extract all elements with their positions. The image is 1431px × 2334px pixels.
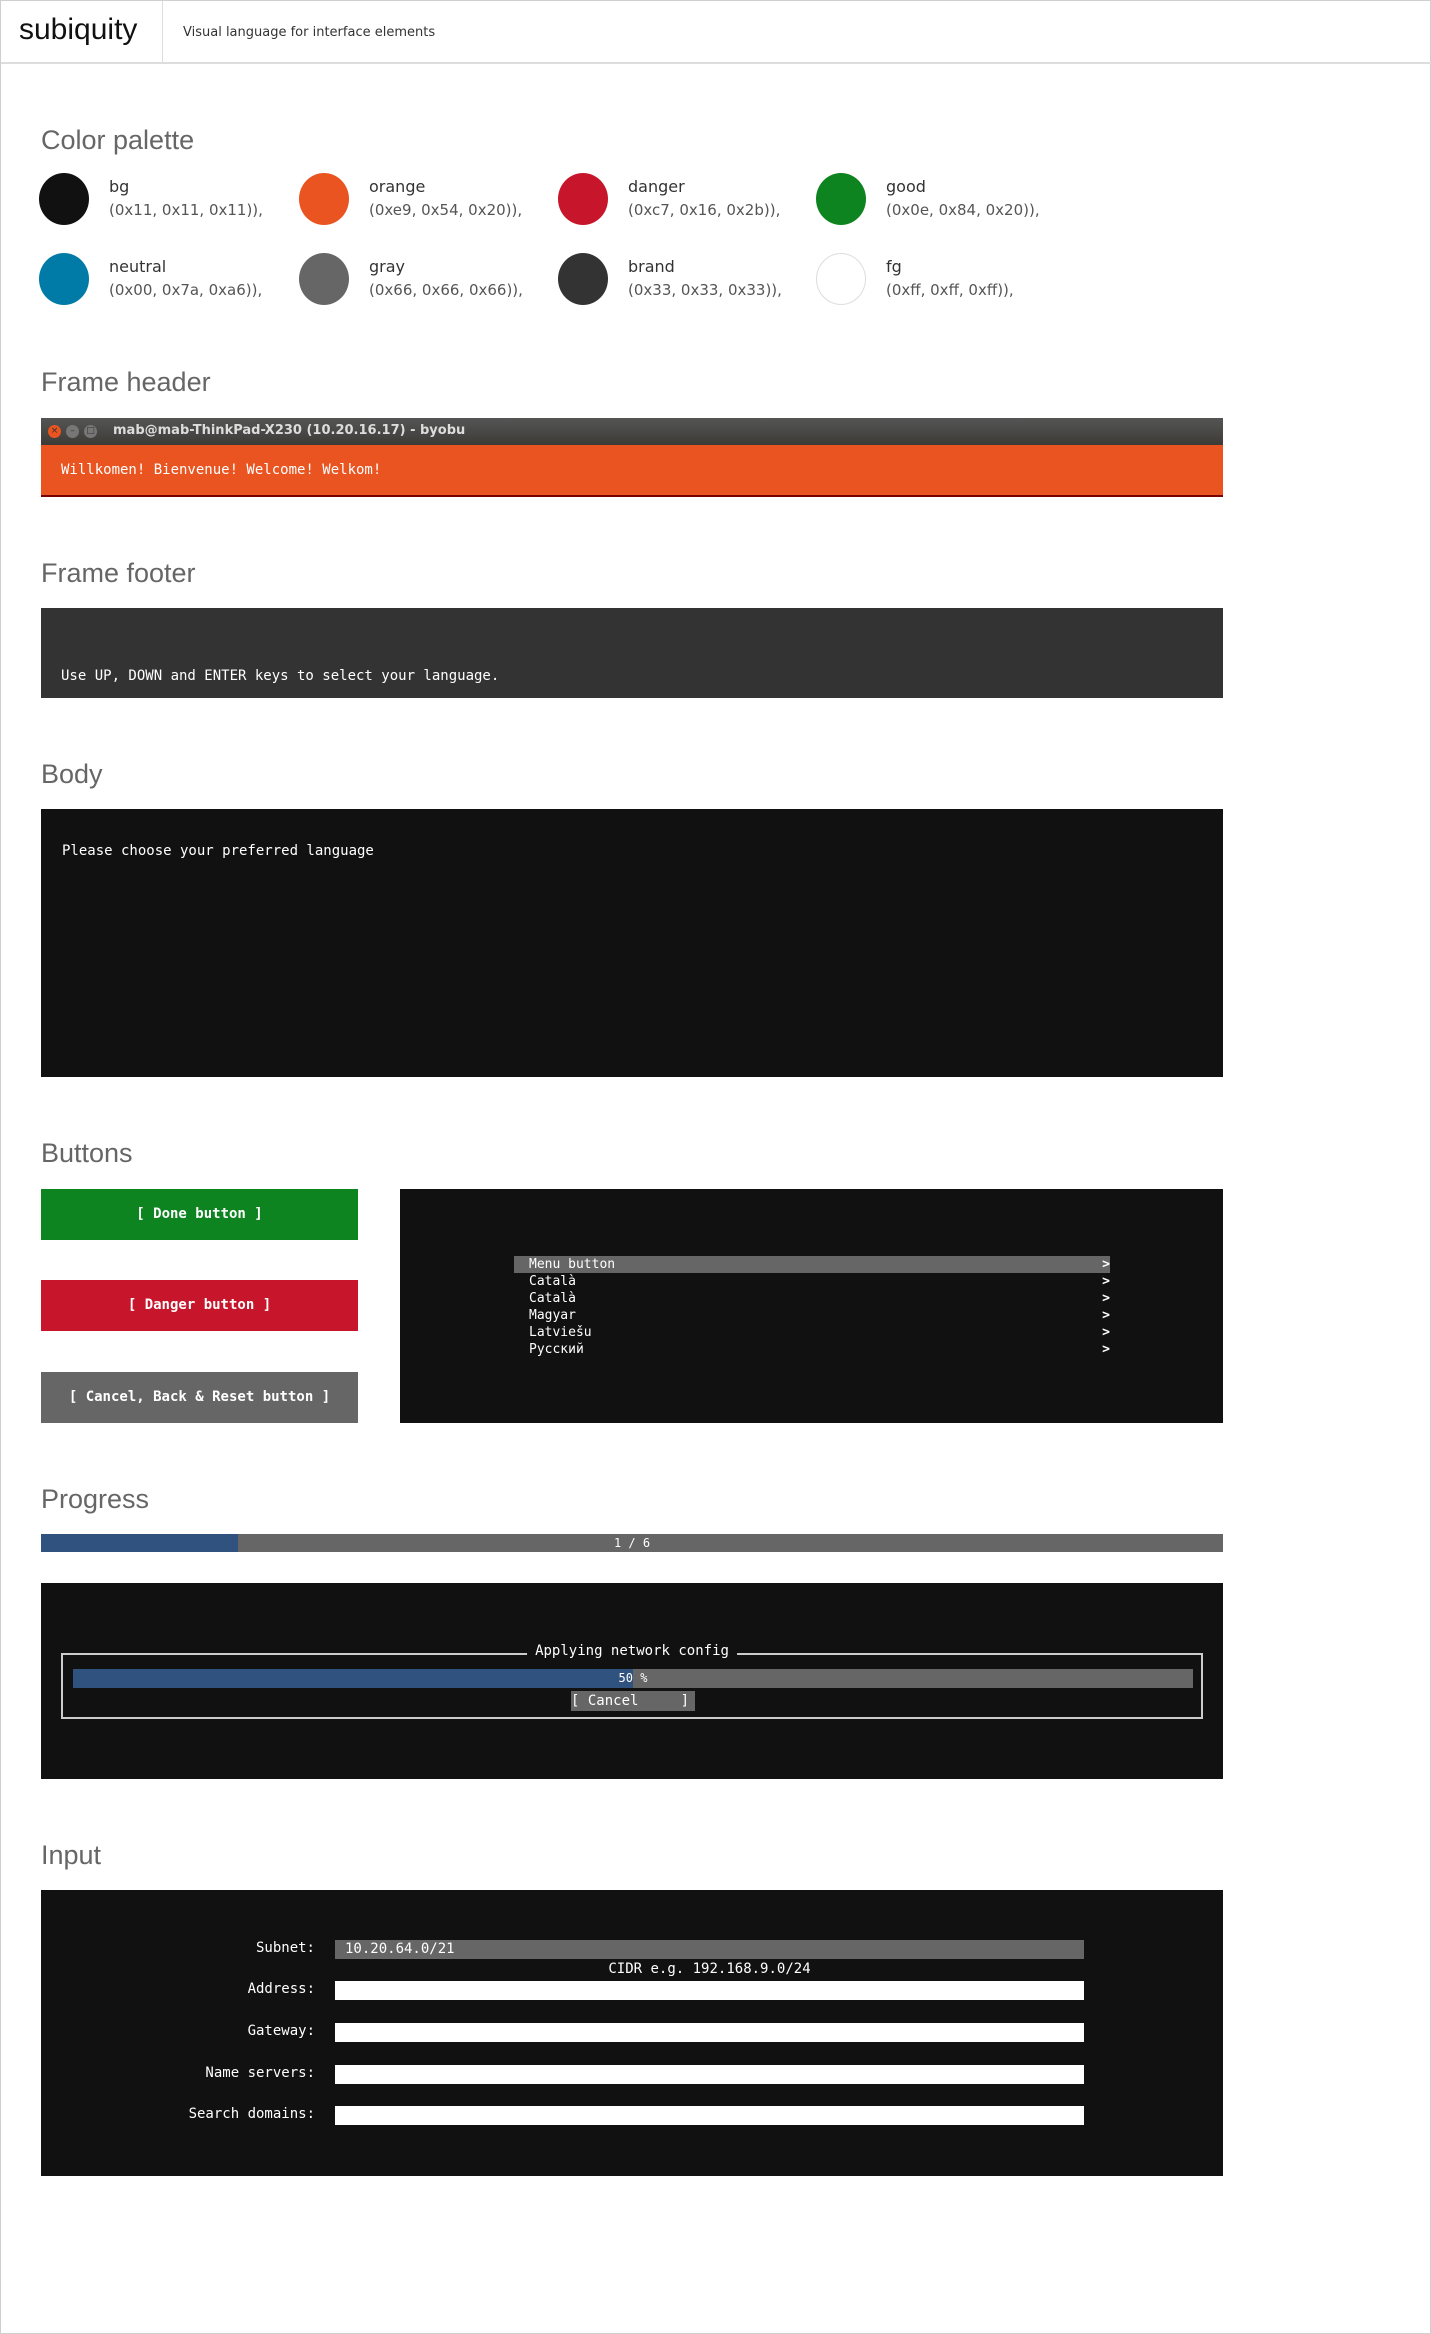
swatch-bg: bg (0x11, 0x11, 0x11)), <box>39 173 269 233</box>
dialog-progress-bar: 50 % <box>73 1669 1193 1688</box>
swatch-name: danger <box>628 177 685 196</box>
color-dot <box>558 253 608 305</box>
menu-item-label: Magyar <box>529 1308 576 1323</box>
section-title-frame-header: Frame header <box>41 367 211 397</box>
swatch-value: (0x00, 0x7a, 0xa6)), <box>109 281 263 299</box>
dialog-cancel-button[interactable]: [ Cancel ] <box>571 1691 695 1711</box>
menu-item-label: Latviešu <box>529 1325 592 1340</box>
color-dot <box>299 173 349 225</box>
swatch-fg: fg (0xff, 0xff, 0xff)), <box>816 253 1046 313</box>
swatch-value: (0xc7, 0x16, 0x2b)), <box>628 201 781 219</box>
section-title-palette: Color palette <box>41 125 195 155</box>
menu-item[interactable]: Latviešu > <box>514 1324 1110 1341</box>
swatch-value: (0x66, 0x66, 0x66)), <box>369 281 523 299</box>
progress-dialog: Applying network config 50 % [ Cancel ] <box>41 1583 1223 1779</box>
chevron-right-icon: > <box>1102 1291 1110 1306</box>
menu-item[interactable]: Русский > <box>514 1341 1110 1358</box>
searchdomains-label: Search domains: <box>188 2106 315 2122</box>
swatch-orange: orange (0xe9, 0x54, 0x20)), <box>299 173 529 233</box>
menu-item[interactable]: Català > <box>514 1290 1110 1307</box>
gateway-input[interactable] <box>335 2023 1084 2042</box>
swatch-value: (0xe9, 0x54, 0x20)), <box>369 201 523 219</box>
window-title: mab@mab-ThinkPad-X230 (10.20.16.17) - by… <box>113 423 466 438</box>
color-dot <box>816 253 866 305</box>
step-label: 1 / 6 <box>613 1536 651 1550</box>
frame-header-text: Willkomen! Bienvenue! Welcome! Welkom! <box>61 462 382 478</box>
window-titlebar: × – □ mab@mab-ThinkPad-X230 (10.20.16.17… <box>41 418 1223 445</box>
section-title-body: Body <box>41 759 103 789</box>
body-panel: Please choose your preferred language <box>41 809 1223 1077</box>
step-progress-bar: 1 / 6 <box>41 1534 1223 1552</box>
site-header: subiquity Visual language for interface … <box>1 1 1431 64</box>
swatch-name: brand <box>628 257 675 276</box>
swatch-name: gray <box>369 257 406 276</box>
chevron-right-icon: > <box>1102 1257 1110 1272</box>
swatch-value: (0x33, 0x33, 0x33)), <box>628 281 782 299</box>
swatch-good: good (0x0e, 0x84, 0x20)), <box>816 173 1046 233</box>
dialog-title: Applying network config <box>527 1643 737 1659</box>
swatch-name: fg <box>886 257 902 276</box>
nameservers-label: Name servers: <box>205 2065 315 2081</box>
swatch-name: good <box>886 177 926 196</box>
swatch-brand: brand (0x33, 0x33, 0x33)), <box>558 253 788 313</box>
color-dot <box>816 173 866 225</box>
menu-panel: Menu button > Català > Català > Magyar > Latvieš… <box>400 1189 1223 1423</box>
minimize-icon[interactable]: – <box>66 425 79 438</box>
chevron-right-icon: > <box>1102 1274 1110 1289</box>
menu-item[interactable]: Català > <box>514 1273 1110 1290</box>
chevron-right-icon: > <box>1102 1342 1110 1357</box>
page: subiquity Visual language for interface … <box>0 0 1431 2334</box>
frame-header: Willkomen! Bienvenue! Welcome! Welkom! <box>41 445 1223 497</box>
menu-item-label: Català <box>529 1291 576 1306</box>
maximize-icon[interactable]: □ <box>84 425 97 438</box>
nameservers-input[interactable] <box>335 2065 1084 2084</box>
section-title-progress: Progress <box>41 1484 150 1514</box>
swatch-gray: gray (0x66, 0x66, 0x66)), <box>299 253 529 313</box>
searchdomains-input[interactable] <box>335 2106 1084 2125</box>
cancel-button[interactable]: [ Cancel, Back & Reset button ] <box>41 1372 358 1423</box>
subnet-help: CIDR e.g. 192.168.9.0/24 <box>608 1961 811 1977</box>
address-label: Address: <box>247 1981 315 1997</box>
done-button[interactable]: [ Done button ] <box>41 1189 358 1240</box>
swatch-name: bg <box>109 177 130 196</box>
address-input[interactable] <box>335 1981 1084 2000</box>
divider <box>162 1 163 63</box>
close-icon[interactable]: × <box>48 425 61 438</box>
section-title-frame-footer: Frame footer <box>41 558 196 588</box>
frame-footer: Use UP, DOWN and ENTER keys to select yo… <box>41 608 1223 698</box>
frame-footer-text: Use UP, DOWN and ENTER keys to select yo… <box>61 668 500 684</box>
color-dot <box>39 253 89 305</box>
chevron-right-icon: > <box>1102 1325 1110 1340</box>
dialog-frame: Applying network config 50 % [ Cancel ] <box>61 1643 1203 1719</box>
percent-label: 50 % <box>618 1671 648 1685</box>
menu-item-label: Català <box>529 1274 576 1289</box>
swatch-value: (0x11, 0x11, 0x11)), <box>109 201 263 219</box>
subnet-input[interactable]: 10.20.64.0/21 <box>335 1940 1084 1959</box>
color-dot <box>299 253 349 305</box>
color-dot <box>39 173 89 225</box>
menu-item-label: Русский <box>529 1342 584 1357</box>
swatch-name: orange <box>369 177 426 196</box>
menu-item-label: Menu button <box>529 1257 616 1272</box>
tagline: Visual language for interface elements <box>183 25 436 40</box>
swatch-name: neutral <box>109 257 167 276</box>
gateway-label: Gateway: <box>247 2023 315 2039</box>
section-title-buttons: Buttons <box>41 1138 133 1168</box>
swatch-value: (0xff, 0xff, 0xff)), <box>886 281 1014 299</box>
logo[interactable]: subiquity <box>19 13 137 47</box>
subnet-label: Subnet: <box>255 1940 315 1956</box>
section-title-input: Input <box>41 1840 102 1870</box>
menu-item[interactable]: Magyar > <box>514 1307 1110 1324</box>
body-text: Please choose your preferred language <box>62 843 374 859</box>
swatch-value: (0x0e, 0x84, 0x20)), <box>886 201 1040 219</box>
danger-button[interactable]: [ Danger button ] <box>41 1280 358 1331</box>
color-dot <box>558 173 608 225</box>
swatch-neutral: neutral (0x00, 0x7a, 0xa6)), <box>39 253 269 313</box>
swatch-danger: danger (0xc7, 0x16, 0x2b)), <box>558 173 788 233</box>
chevron-right-icon: > <box>1102 1308 1110 1323</box>
input-form: Subnet: 10.20.64.0/21 CIDR e.g. 192.168.… <box>41 1890 1223 2176</box>
menu-item[interactable]: Menu button > <box>514 1256 1110 1273</box>
